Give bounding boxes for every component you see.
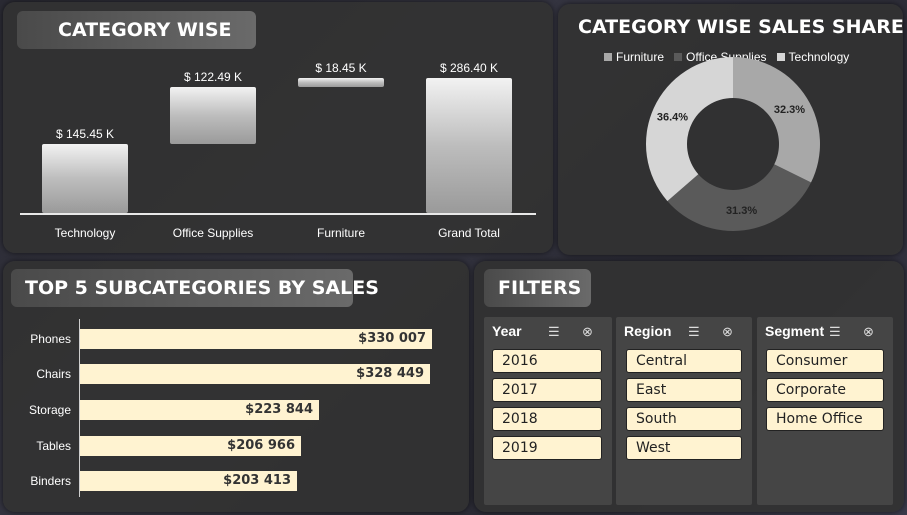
slicer-item-2019[interactable]: 2019 [492, 436, 602, 460]
segment-slicer: Segment ☰ ⊗ Consumer Corporate Home Offi… [757, 317, 893, 505]
slicer-item-central[interactable]: Central [626, 349, 742, 373]
filters-panel: FILTERS Year ☰ ⊗ 2016 2017 2018 2019 Reg… [474, 261, 904, 512]
slicer-item-west[interactable]: West [626, 436, 742, 460]
slicer-item-2016[interactable]: 2016 [492, 349, 602, 373]
top5-category-label: Storage [28, 403, 71, 417]
category-x-label: Furniture [316, 226, 366, 240]
category-bar [170, 86, 256, 145]
multi-select-icon[interactable]: ☰ [548, 324, 560, 340]
top5-category-label: Phones [30, 332, 71, 346]
top5-bar: $203 413 [80, 471, 297, 491]
clear-filter-icon[interactable]: ⊗ [863, 324, 874, 340]
category-axis-line [20, 213, 536, 215]
category-x-label: Grand Total [438, 226, 500, 240]
top5-subcategories-panel: TOP 5 SUBCATEGORIES BY SALES Phones $330 … [3, 261, 469, 512]
clear-filter-icon[interactable]: ⊗ [722, 324, 733, 340]
top5-row: Storage $223 844 [3, 400, 463, 420]
top5-bar-value: $223 844 [245, 402, 313, 417]
top5-bar: $206 966 [80, 436, 301, 456]
top5-bar-value: $203 413 [223, 473, 291, 488]
top5-bar: $328 449 [80, 364, 430, 384]
category-bar-label: $ 286.40 K [439, 61, 499, 75]
year-slicer-header: Year [492, 323, 522, 339]
category-wise-panel: CATEGORY WISE $ 145.45 K Technology $ 122.… [3, 2, 553, 253]
sales-share-donut: 32.3% 31.3% 36.4% [646, 57, 820, 231]
slicer-item-2018[interactable]: 2018 [492, 407, 602, 431]
donut-slice-furniture [733, 57, 820, 183]
slicer-item-corporate[interactable]: Corporate [766, 378, 884, 402]
top5-title: TOP 5 SUBCATEGORIES BY SALES [11, 269, 379, 307]
top5-bar: $330 007 [80, 329, 432, 349]
top5-row: Tables $206 966 [3, 436, 463, 456]
donut-slice-label: 32.3% [774, 104, 805, 116]
top5-category-label: Tables [36, 439, 71, 453]
region-slicer: Region ☰ ⊗ Central East South West [616, 317, 752, 505]
category-bar [298, 78, 384, 87]
slicer-item-consumer[interactable]: Consumer [766, 349, 884, 373]
top5-row: Chairs $328 449 [3, 364, 463, 384]
category-bar-label: $ 122.49 K [183, 69, 243, 84]
category-bar-label: $ 145.45 K [55, 127, 115, 142]
top5-bar: $223 844 [80, 400, 319, 420]
top5-row: Phones $330 007 [3, 329, 463, 349]
multi-select-icon[interactable]: ☰ [829, 324, 841, 340]
segment-slicer-header: Segment [765, 323, 825, 339]
top5-bar-value: $330 007 [358, 331, 426, 346]
top5-category-label: Chairs [36, 367, 71, 381]
donut-slice-label: 31.3% [726, 205, 757, 217]
year-slicer: Year ☰ ⊗ 2016 2017 2018 2019 [484, 317, 612, 505]
clear-filter-icon[interactable]: ⊗ [582, 324, 593, 340]
top5-bar-value: $328 449 [356, 366, 424, 381]
category-bar [42, 144, 128, 213]
region-slicer-header: Region [624, 323, 672, 339]
category-x-label: Technology [54, 226, 116, 240]
slicer-item-home-office[interactable]: Home Office [766, 407, 884, 431]
top5-category-label: Binders [30, 474, 71, 488]
category-x-label: Office Supplies [172, 226, 254, 240]
filters-title: FILTERS [484, 269, 591, 307]
donut-slice-technology [646, 57, 733, 202]
multi-select-icon[interactable]: ☰ [688, 324, 700, 340]
slicer-item-south[interactable]: South [626, 407, 742, 431]
category-bar [426, 78, 512, 213]
slicer-item-2017[interactable]: 2017 [492, 378, 602, 402]
sales-share-panel: CATEGORY WISE SALES SHARE % Furniture Of… [558, 4, 903, 255]
slicer-item-east[interactable]: East [626, 378, 742, 402]
category-wise-title: CATEGORY WISE [17, 11, 256, 49]
top5-bar-value: $206 966 [227, 438, 295, 453]
donut-slice-label: 36.4% [657, 111, 688, 123]
top5-row: Binders $203 413 [3, 471, 463, 491]
category-bar-label: $ 18.45 K [315, 61, 367, 75]
